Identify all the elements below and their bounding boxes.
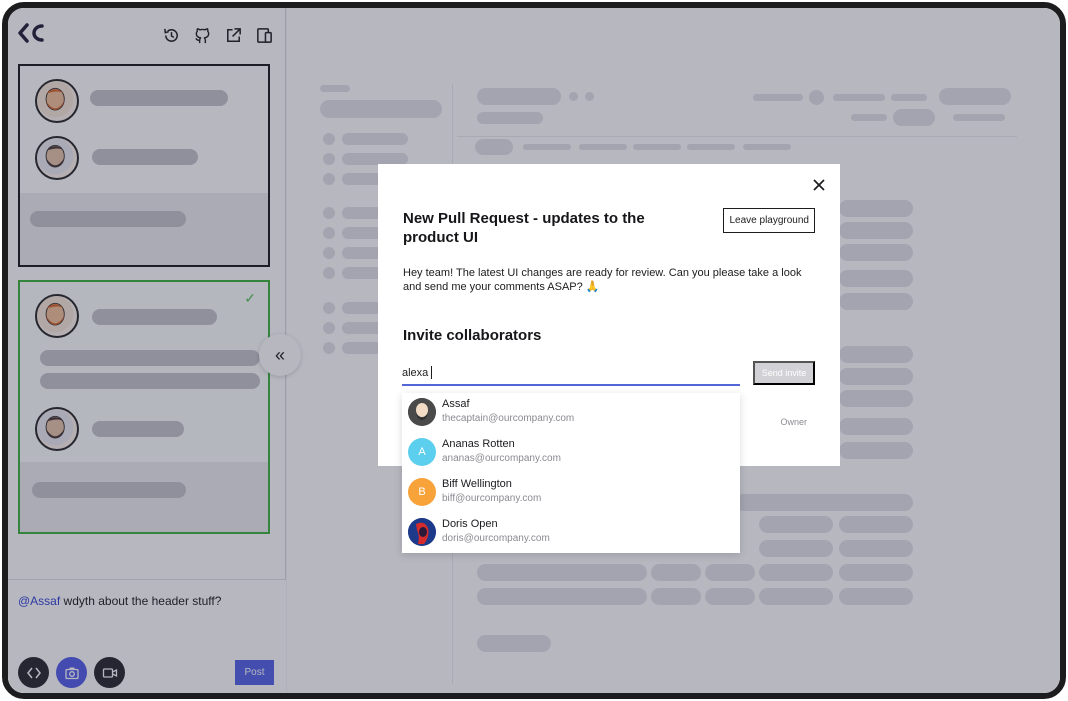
avatar: [408, 518, 436, 546]
suggestion-item[interactable]: A Ananas Rotten ananas@ourcompany.com: [402, 433, 740, 473]
suggestion-email: biff@ourcompany.com: [442, 493, 542, 504]
app-frame: ✓ @Assaf wdyth about the header stuff? P…: [2, 2, 1066, 699]
suggestion-name: Biff Wellington: [442, 478, 512, 490]
leave-playground-button[interactable]: Leave playground: [723, 208, 815, 233]
invite-input[interactable]: alexa: [402, 361, 740, 386]
suggestion-item[interactable]: Assaf thecaptain@ourcompany.com: [402, 393, 740, 433]
text-caret: [431, 366, 433, 379]
suggestion-name: Assaf: [442, 398, 470, 410]
owner-label: Owner: [780, 417, 807, 427]
suggestion-name: Ananas Rotten: [442, 438, 515, 450]
suggestion-item[interactable]: Doris Open doris@ourcompany.com: [402, 513, 740, 553]
suggestion-email: doris@ourcompany.com: [442, 533, 550, 544]
modal-description: Hey team! The latest UI changes are read…: [403, 267, 802, 293]
invite-input-value: alexa: [402, 366, 429, 379]
suggestion-name: Doris Open: [442, 518, 498, 530]
avatar: [408, 398, 436, 426]
suggestion-item[interactable]: B Biff Wellington biff@ourcompany.com: [402, 473, 740, 513]
suggestion-email: thecaptain@ourcompany.com: [442, 413, 575, 424]
modal-title: New Pull Request - updates to the produc…: [403, 210, 645, 246]
collaborator-suggestions: Assaf thecaptain@ourcompany.com A Ananas…: [402, 393, 740, 553]
close-icon[interactable]: [812, 178, 826, 192]
avatar: B: [408, 478, 436, 506]
avatar: A: [408, 438, 436, 466]
suggestion-email: ananas@ourcompany.com: [442, 453, 561, 464]
invite-heading: Invite collaborators: [403, 327, 542, 344]
send-invite-button[interactable]: Send invite: [753, 361, 815, 385]
